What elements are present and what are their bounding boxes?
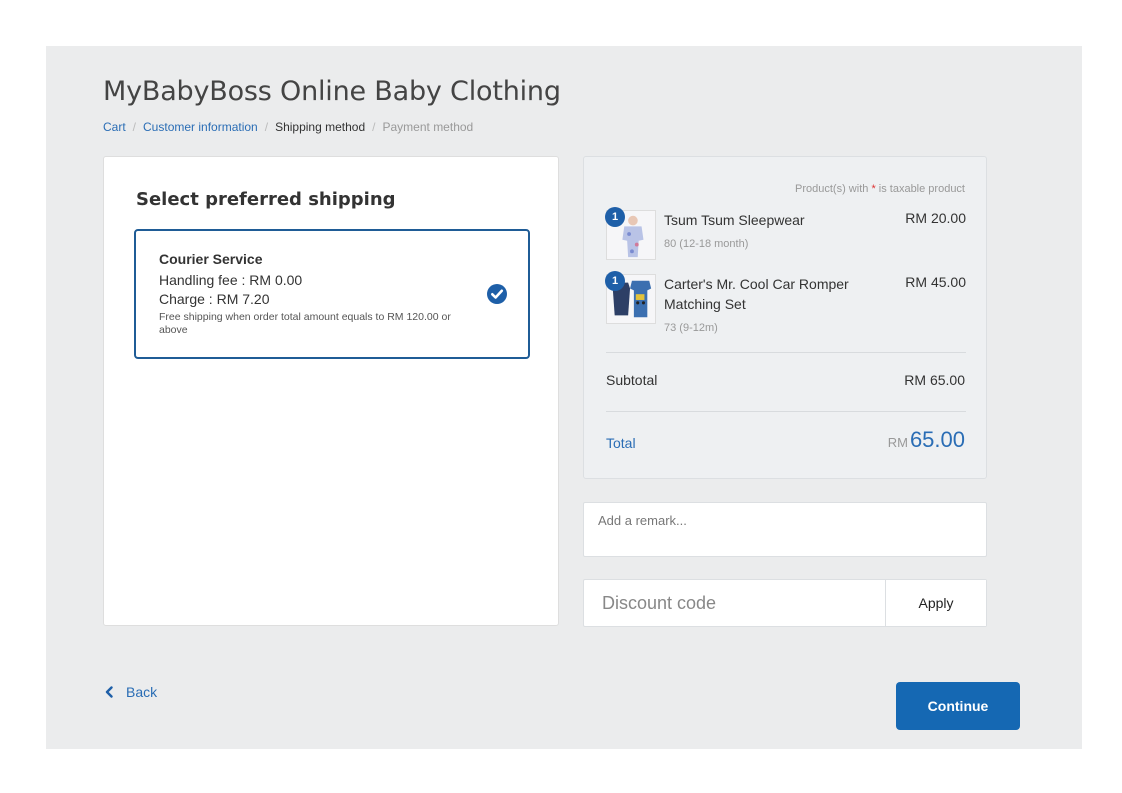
taxable-note-prefix: Product(s) with [795, 183, 872, 195]
breadcrumb-separator: / [372, 120, 376, 134]
breadcrumb-separator: / [132, 120, 137, 134]
taxable-note-suffix: is taxable product [875, 183, 965, 195]
breadcrumb-separator: / [264, 120, 269, 134]
shipping-option-name: Courier Service [159, 251, 263, 267]
total-value: RM 65.00 [888, 427, 965, 453]
line-item: 1 Carter's Mr. Cool Car Romper Matching … [605, 271, 966, 344]
total-amount: 65.00 [909, 427, 965, 452]
total-currency: RM [887, 435, 908, 450]
continue-button[interactable]: Continue [896, 682, 1020, 730]
quantity-badge: 1 [605, 207, 625, 227]
product-name: Tsum Tsum Sleepwear [664, 212, 805, 228]
product-price: RM 45.00 [905, 274, 966, 290]
breadcrumb-cart[interactable]: Cart [103, 120, 126, 134]
apply-discount-button[interactable]: Apply [885, 580, 986, 626]
subtotal-value: RM 65.00 [904, 372, 965, 388]
back-link[interactable]: Back [104, 684, 157, 700]
shipping-heading: Select preferred shipping [136, 189, 396, 210]
discount-code-input[interactable] [584, 580, 885, 626]
shipping-panel: Select preferred shipping Courier Servic… [103, 156, 559, 626]
total-label: Total [606, 435, 636, 451]
summary-divider [606, 411, 966, 412]
shipping-charge: Charge : RM 7.20 [159, 291, 270, 307]
product-variant: 73 (9-12m) [664, 322, 718, 334]
order-summary: Product(s) with * is taxable product 1 T… [583, 156, 987, 479]
line-item: 1 Tsum Tsum Sleepwear 80 (12-18 month) R… [605, 207, 966, 265]
breadcrumb-payment-method: Payment method [382, 120, 474, 134]
remark-input[interactable] [584, 503, 986, 556]
breadcrumb: Cart / Customer information / Shipping m… [103, 120, 473, 134]
taxable-note: Product(s) with * is taxable product [795, 183, 965, 195]
product-price: RM 20.00 [905, 210, 966, 226]
subtotal-label: Subtotal [606, 372, 658, 388]
summary-divider [606, 352, 966, 353]
breadcrumb-customer-information[interactable]: Customer information [143, 120, 258, 134]
remark-box [583, 502, 987, 557]
shipping-handling-fee: Handling fee : RM 0.00 [159, 272, 303, 288]
breadcrumb-shipping-method: Shipping method [275, 120, 366, 134]
shipping-free-note: Free shipping when order total amount eq… [159, 311, 451, 336]
store-title: MyBabyBoss Online Baby Clothing [103, 76, 561, 107]
shipping-option-courier[interactable]: Courier Service Handling fee : RM 0.00 C… [134, 229, 530, 359]
discount-box: Apply [583, 579, 987, 627]
product-name: Carter's Mr. Cool Car Romper Matching Se… [664, 276, 849, 312]
product-variant: 80 (12-18 month) [664, 238, 749, 250]
quantity-badge: 1 [605, 271, 625, 291]
back-label: Back [126, 684, 158, 700]
chevron-left-icon [105, 686, 113, 698]
check-circle-icon [487, 284, 507, 304]
